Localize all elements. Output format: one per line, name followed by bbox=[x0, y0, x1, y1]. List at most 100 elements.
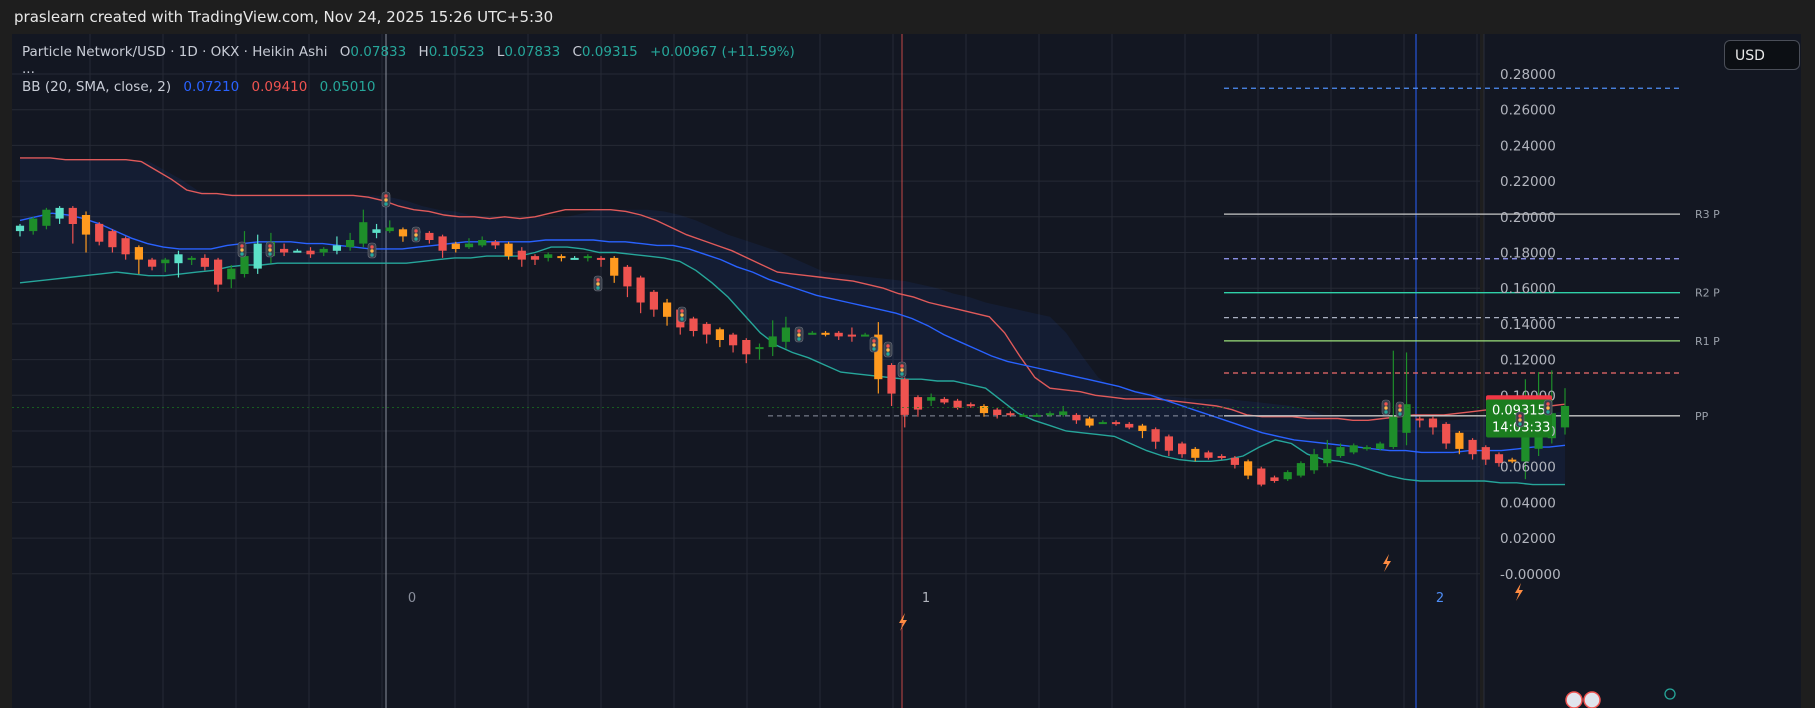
candle-body bbox=[768, 336, 777, 348]
change-value: +0.00967 (+11.59%) bbox=[650, 44, 795, 60]
symbol-legend[interactable]: Particle Network/USD · 1D · OKX · Heikin… bbox=[22, 44, 795, 60]
candle-body bbox=[1244, 461, 1253, 476]
candle-body bbox=[1415, 418, 1424, 421]
signal-icon-red bbox=[900, 364, 904, 368]
candle-body bbox=[953, 400, 962, 408]
bb-legend[interactable]: BB (20, SMA, close, 2) 0.07210 0.09410 0… bbox=[22, 79, 375, 95]
flag-badge-icon bbox=[1565, 691, 1583, 708]
candle-body bbox=[1349, 445, 1358, 453]
legend-more[interactable]: ... bbox=[22, 61, 35, 77]
candle-body bbox=[55, 207, 64, 219]
candle-body bbox=[121, 238, 130, 255]
candle-body bbox=[319, 248, 328, 253]
candle-body bbox=[1310, 454, 1319, 471]
y-tick-label: 0.18000 bbox=[1500, 246, 1556, 262]
candle-body bbox=[1085, 418, 1094, 426]
candle-body bbox=[451, 243, 460, 249]
signal-icon-red bbox=[240, 244, 244, 248]
signal-icon-red bbox=[886, 344, 890, 348]
candle-body bbox=[280, 248, 289, 253]
candle-body bbox=[530, 256, 540, 260]
signal-icon-green bbox=[680, 317, 684, 321]
candle-body bbox=[1111, 422, 1121, 425]
signal-icon-red bbox=[1546, 402, 1550, 406]
session-label-2: 2 bbox=[1436, 591, 1444, 606]
axis-bg bbox=[1484, 34, 1801, 708]
signal-icon-green bbox=[1518, 422, 1522, 426]
signal-icon-amber bbox=[680, 313, 684, 317]
signal-icon-red bbox=[596, 278, 600, 282]
candle-body bbox=[689, 318, 698, 331]
signal-icon-amber bbox=[1384, 406, 1388, 410]
price-chart[interactable]: R3 P R2 P R1 P PP 0 1 2 0.28000 0.26000 0.24000 0.… bbox=[0, 0, 1815, 708]
signal-icon-green bbox=[900, 372, 904, 376]
candle-body bbox=[847, 334, 856, 337]
candle-body bbox=[1098, 422, 1107, 425]
signal-icon-green bbox=[414, 237, 418, 241]
candle-body bbox=[29, 218, 38, 232]
signal-icon-amber bbox=[268, 248, 272, 252]
candle-body bbox=[438, 236, 447, 251]
currency-button[interactable]: USD bbox=[1724, 40, 1800, 70]
signal-icon-amber bbox=[797, 333, 801, 337]
candle-body bbox=[1151, 429, 1160, 442]
candle-body bbox=[1125, 423, 1134, 428]
y-tick-label: 0.02000 bbox=[1500, 531, 1556, 547]
signal-icon-amber bbox=[370, 249, 374, 253]
candle-body bbox=[240, 256, 249, 274]
candle-body bbox=[1336, 447, 1345, 456]
signal-icon-green bbox=[1398, 412, 1402, 416]
candle-body bbox=[993, 409, 1002, 415]
y-tick-label: 0.28000 bbox=[1500, 67, 1556, 83]
signal-icon-amber bbox=[1546, 406, 1550, 410]
close-label: C bbox=[572, 44, 582, 60]
candle-body bbox=[1428, 418, 1438, 428]
bb-basis-value: 0.07210 bbox=[183, 79, 240, 95]
candle-body bbox=[1442, 423, 1451, 444]
candle-body bbox=[1204, 452, 1213, 458]
y-tick-label: 0.24000 bbox=[1500, 138, 1556, 154]
signal-icon-green bbox=[1384, 410, 1388, 414]
signal-icon-green bbox=[370, 253, 374, 257]
candle-body bbox=[702, 323, 711, 335]
candle-body bbox=[1072, 414, 1081, 421]
open-label: O bbox=[339, 44, 351, 60]
candle-body bbox=[1178, 443, 1187, 455]
candle-body bbox=[346, 240, 355, 248]
low-value: 0.07833 bbox=[504, 44, 561, 60]
open-value: 0.07833 bbox=[350, 44, 407, 60]
candle-body bbox=[372, 229, 381, 233]
bb-lower-value: 0.05010 bbox=[319, 79, 376, 95]
candle-body bbox=[1296, 463, 1305, 476]
close-value: 0.09315 bbox=[581, 44, 638, 60]
signal-icon-green bbox=[240, 252, 244, 256]
signal-icon-amber bbox=[872, 343, 876, 347]
candle-body bbox=[755, 347, 764, 350]
candle-body bbox=[134, 247, 143, 260]
high-label: H bbox=[418, 44, 429, 60]
candle-body bbox=[900, 379, 909, 415]
candle-body bbox=[1362, 447, 1371, 450]
y-tick-label: 0.22000 bbox=[1500, 174, 1556, 190]
signal-icon-green bbox=[1546, 410, 1550, 414]
candle-body bbox=[808, 332, 817, 335]
candle-body bbox=[1217, 456, 1226, 458]
candle-body bbox=[214, 259, 223, 285]
candle-body bbox=[174, 254, 183, 264]
header-bar: praslearn created with TradingView.com, … bbox=[0, 0, 1815, 34]
signal-icon-amber bbox=[596, 282, 600, 286]
candle-body bbox=[385, 227, 394, 232]
bb-label[interactable]: BB (20, SMA, close, 2) bbox=[22, 79, 171, 95]
candle-body bbox=[306, 250, 315, 255]
candle-body bbox=[1019, 414, 1028, 417]
signal-icon-red bbox=[414, 229, 418, 233]
candle-body bbox=[1045, 413, 1055, 416]
signal-icon-green bbox=[797, 337, 801, 341]
pivot-label-1: R3 P bbox=[1695, 208, 1720, 221]
candle-body bbox=[425, 232, 434, 240]
bb-upper-value: 0.09410 bbox=[251, 79, 308, 95]
symbol-title[interactable]: Particle Network/USD · 1D · OKX · Heikin… bbox=[22, 44, 327, 60]
candle-body bbox=[293, 250, 302, 253]
candle-body bbox=[834, 332, 843, 337]
candle-body bbox=[715, 329, 724, 340]
